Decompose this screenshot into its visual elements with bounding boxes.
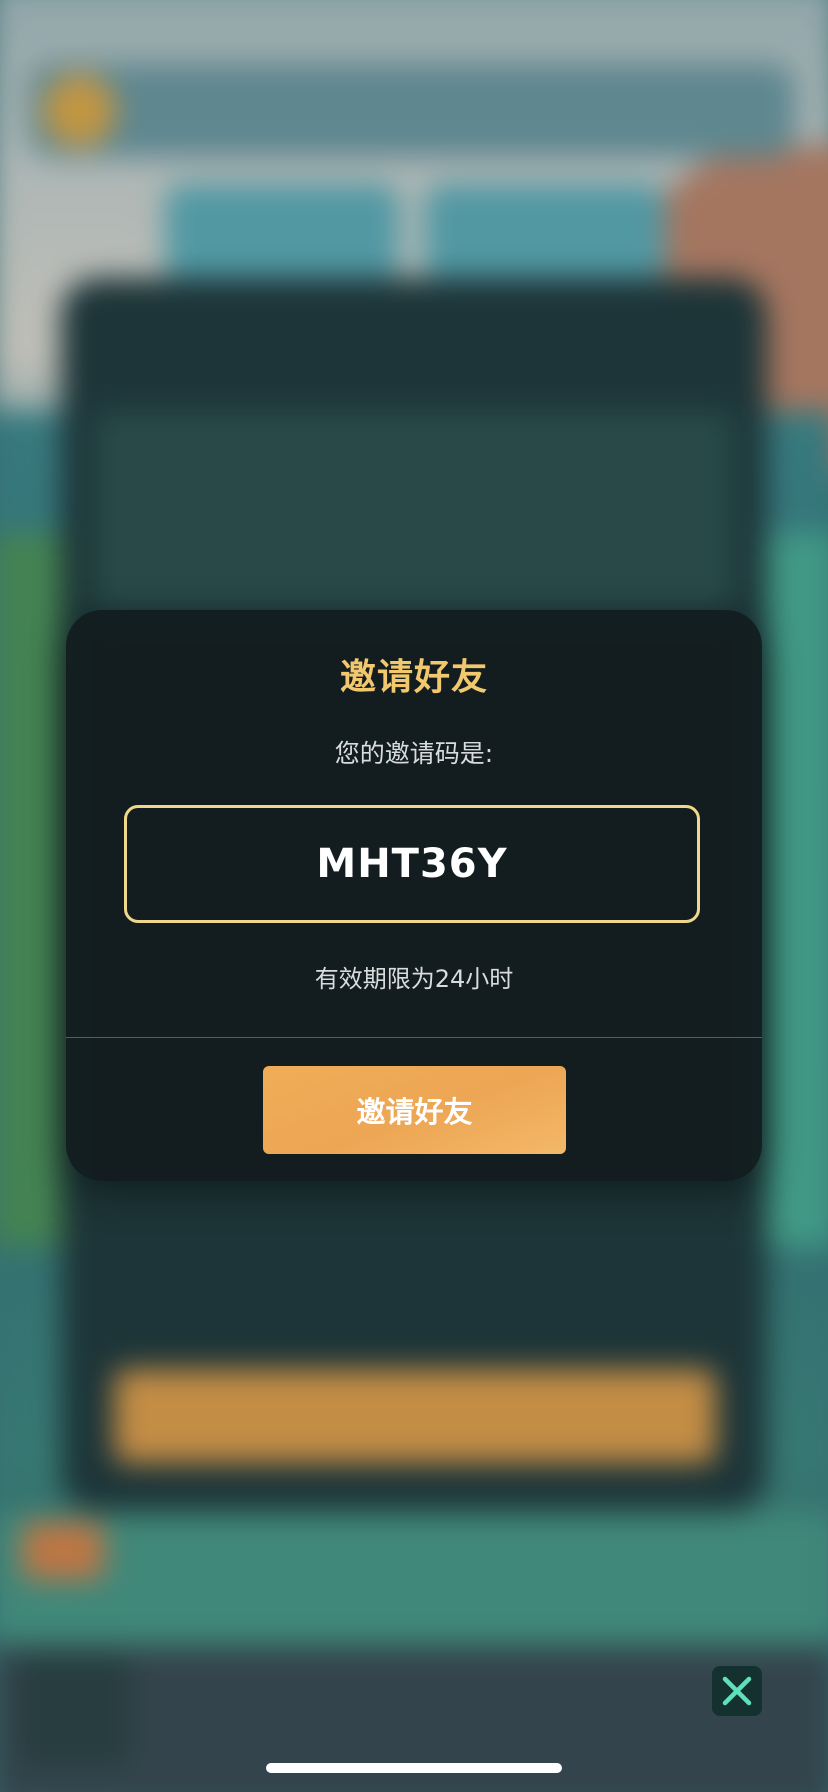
- close-button[interactable]: [712, 1666, 762, 1716]
- invite-code-value[interactable]: MHT36Y: [316, 841, 507, 887]
- home-indicator: [266, 1763, 562, 1773]
- invite-dialog: 邀请好友 您的邀请码是: MHT36Y 有效期限为24小时 邀请好友: [66, 610, 762, 1181]
- validity-note: 有效期限为24小时: [314, 965, 514, 993]
- divider: [66, 1037, 762, 1038]
- invite-friends-button[interactable]: 邀请好友: [263, 1066, 566, 1154]
- dialog-title: 邀请好友: [339, 657, 488, 698]
- screen: 邀请好友 您的邀请码是: MHT36Y 有效期限为24小时 邀请好友: [0, 0, 828, 1792]
- invite-code-label: 您的邀请码是:: [334, 739, 494, 768]
- close-icon: [722, 1676, 752, 1706]
- invite-code-box[interactable]: MHT36Y: [124, 805, 700, 923]
